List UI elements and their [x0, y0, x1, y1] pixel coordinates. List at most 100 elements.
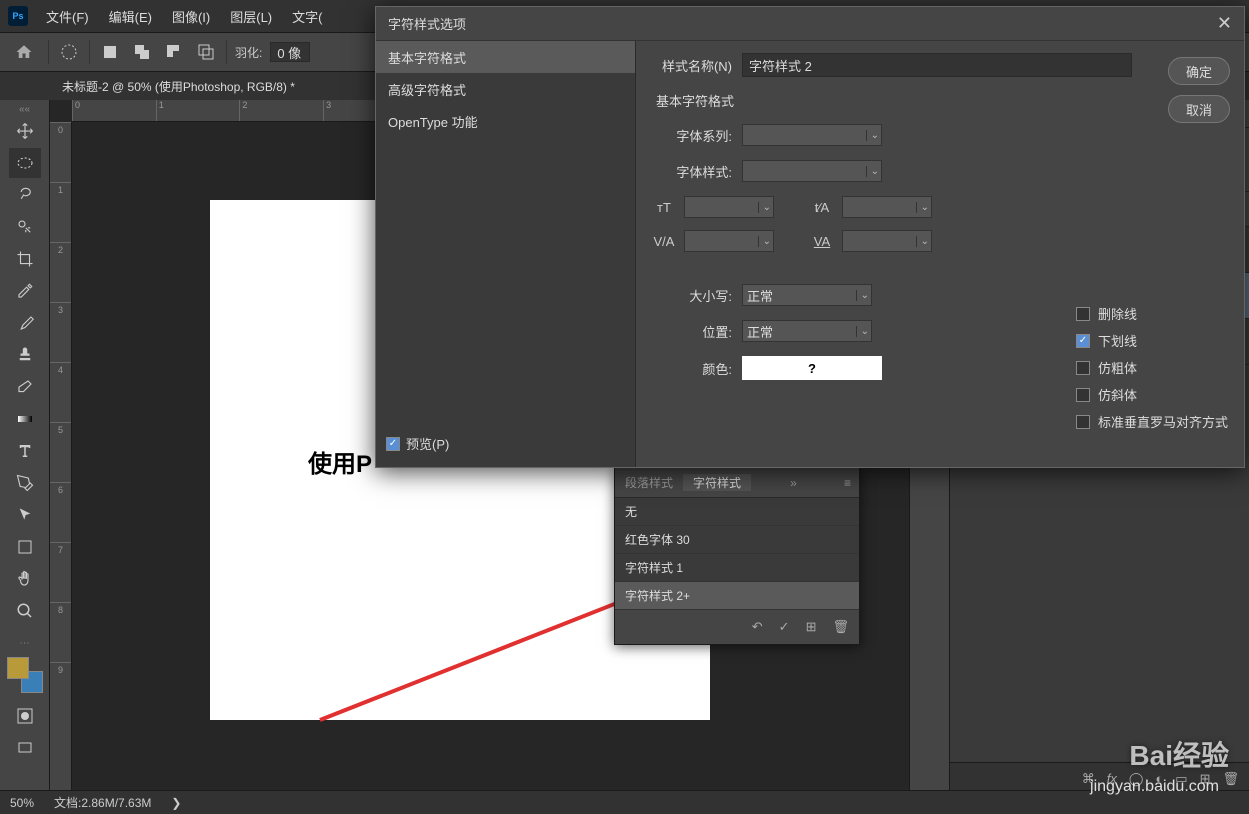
menu-image[interactable]: 图像(I): [162, 7, 220, 26]
sidebar-item-opentype[interactable]: OpenType 功能: [376, 105, 635, 137]
roman-label: 标准垂直罗马对齐方式: [1098, 412, 1228, 431]
strike-label: 删除线: [1098, 304, 1137, 323]
preview-label: 预览(P): [406, 434, 449, 453]
kerning-select[interactable]: ⌄: [684, 230, 774, 252]
tab-character-styles[interactable]: 字符样式: [683, 474, 751, 491]
move-tool[interactable]: [9, 116, 41, 146]
leading-icon: t⁄A: [810, 200, 834, 215]
quick-select-tool[interactable]: [9, 212, 41, 242]
subtract-selection-icon[interactable]: [162, 40, 186, 64]
home-icon[interactable]: [8, 36, 40, 68]
lasso-tool[interactable]: [9, 180, 41, 210]
delete-style-icon[interactable]: 🗑: [832, 619, 849, 635]
tracking-select[interactable]: ⌄: [842, 230, 932, 252]
new-selection-icon[interactable]: [98, 40, 122, 64]
foreground-color-swatch[interactable]: [7, 657, 29, 679]
stamp-tool[interactable]: [9, 340, 41, 370]
eyedropper-tool[interactable]: [9, 276, 41, 306]
layer-mask-icon[interactable]: ◯: [1129, 771, 1144, 787]
position-label: 位置:: [652, 322, 732, 341]
position-select[interactable]: 正常⌄: [742, 320, 872, 342]
hand-tool[interactable]: [9, 564, 41, 594]
style-item[interactable]: 字符样式 1: [615, 554, 859, 582]
menu-edit[interactable]: 编辑(E): [99, 7, 162, 26]
new-style-icon[interactable]: ⊞: [806, 619, 817, 635]
case-label: 大小写:: [652, 286, 732, 305]
toolbox: «« ⋯: [0, 100, 50, 794]
kerning-icon: V/A: [652, 234, 676, 249]
strike-checkbox[interactable]: [1076, 307, 1090, 321]
link-layers-icon[interactable]: ⌘: [1082, 771, 1095, 787]
font-family-select[interactable]: ⌄: [742, 124, 882, 146]
menu-layer[interactable]: 图层(L): [220, 7, 282, 26]
font-size-select[interactable]: ⌄: [684, 196, 774, 218]
case-select[interactable]: 正常⌄: [742, 284, 872, 306]
font-style-select[interactable]: ⌄: [742, 160, 882, 182]
layer-group-icon[interactable]: ▭: [1175, 771, 1187, 787]
app-logo: Ps: [8, 6, 28, 26]
redefine-icon[interactable]: ✓: [779, 619, 790, 635]
panel-expand-icon[interactable]: »: [782, 476, 805, 490]
delete-layer-icon[interactable]: 🗑: [1222, 771, 1239, 787]
color-swatch[interactable]: ?: [742, 356, 882, 380]
intersect-selection-icon[interactable]: [194, 40, 218, 64]
underline-label: 下划线: [1098, 331, 1137, 350]
font-family-label: 字体系列:: [652, 126, 732, 145]
canvas-text-layer: 使用P: [308, 444, 372, 479]
dialog-sidebar: 基本字符格式 高级字符格式 OpenType 功能 预览(P): [376, 41, 636, 467]
zoom-level[interactable]: 50%: [10, 796, 34, 810]
new-layer-icon[interactable]: ⊞: [1200, 771, 1211, 787]
style-item[interactable]: 红色字体 30: [615, 526, 859, 554]
color-swatches[interactable]: [7, 657, 43, 693]
tab-paragraph-styles[interactable]: 段落样式: [615, 474, 683, 491]
marquee-tool[interactable]: [9, 148, 41, 178]
fauxitalic-label: 仿斜体: [1098, 385, 1137, 404]
sidebar-item-advanced[interactable]: 高级字符格式: [376, 73, 635, 105]
brush-tool[interactable]: [9, 308, 41, 338]
eraser-tool[interactable]: [9, 372, 41, 402]
pen-tool[interactable]: [9, 468, 41, 498]
fauxbold-checkbox[interactable]: [1076, 361, 1090, 375]
roman-checkbox[interactable]: [1076, 415, 1090, 429]
style-item-active[interactable]: 字符样式 2+: [615, 582, 859, 610]
gradient-tool[interactable]: [9, 404, 41, 434]
ok-button[interactable]: 确定: [1168, 57, 1230, 85]
fauxitalic-checkbox[interactable]: [1076, 388, 1090, 402]
section-header: 基本字符格式: [656, 91, 1228, 110]
underline-checkbox[interactable]: [1076, 334, 1090, 348]
feather-input[interactable]: [270, 42, 310, 62]
adjustment-layer-icon[interactable]: ◐: [1155, 771, 1163, 786]
dialog-title: 字符样式选项: [388, 14, 466, 33]
quickmask-tool[interactable]: [9, 701, 41, 731]
clear-override-icon[interactable]: ↶: [752, 619, 763, 635]
character-styles-panel: 段落样式 字符样式 » ≡ 无 红色字体 30 字符样式 1 字符样式 2+ ↶…: [614, 467, 860, 645]
panel-menu-icon[interactable]: ≡: [836, 476, 859, 490]
style-item-none[interactable]: 无: [615, 498, 859, 526]
menu-file[interactable]: 文件(F): [36, 7, 99, 26]
menu-type[interactable]: 文字(: [282, 7, 332, 26]
zoom-tool[interactable]: [9, 596, 41, 626]
status-bar: 50% 文档:2.86M/7.63M ❯: [0, 790, 1249, 814]
cancel-button[interactable]: 取消: [1168, 95, 1230, 123]
preview-checkbox[interactable]: [386, 437, 400, 451]
tracking-icon: VA: [810, 234, 834, 249]
close-icon[interactable]: ✕: [1217, 13, 1232, 34]
leading-select[interactable]: ⌄: [842, 196, 932, 218]
screenmode-tool[interactable]: [9, 733, 41, 763]
add-selection-icon[interactable]: [130, 40, 154, 64]
marquee-tool-preset-icon[interactable]: [57, 40, 81, 64]
style-name-input[interactable]: [742, 53, 1132, 77]
path-select-tool[interactable]: [9, 500, 41, 530]
fauxbold-label: 仿粗体: [1098, 358, 1137, 377]
doc-size[interactable]: 文档:2.86M/7.63M: [54, 794, 151, 811]
sidebar-item-basic[interactable]: 基本字符格式: [376, 41, 635, 73]
ruler-vertical: 0123456789: [50, 122, 72, 794]
shape-tool[interactable]: [9, 532, 41, 562]
status-chevron-icon[interactable]: ❯: [171, 796, 181, 810]
type-tool[interactable]: [9, 436, 41, 466]
style-name-label: 样式名称(N): [652, 56, 732, 75]
document-tab[interactable]: 未标题-2 @ 50% (使用Photoshop, RGB/8) *: [50, 72, 307, 100]
character-style-list: 无 红色字体 30 字符样式 1 字符样式 2+: [615, 498, 859, 610]
layer-fx-icon[interactable]: fx: [1107, 771, 1117, 786]
crop-tool[interactable]: [9, 244, 41, 274]
